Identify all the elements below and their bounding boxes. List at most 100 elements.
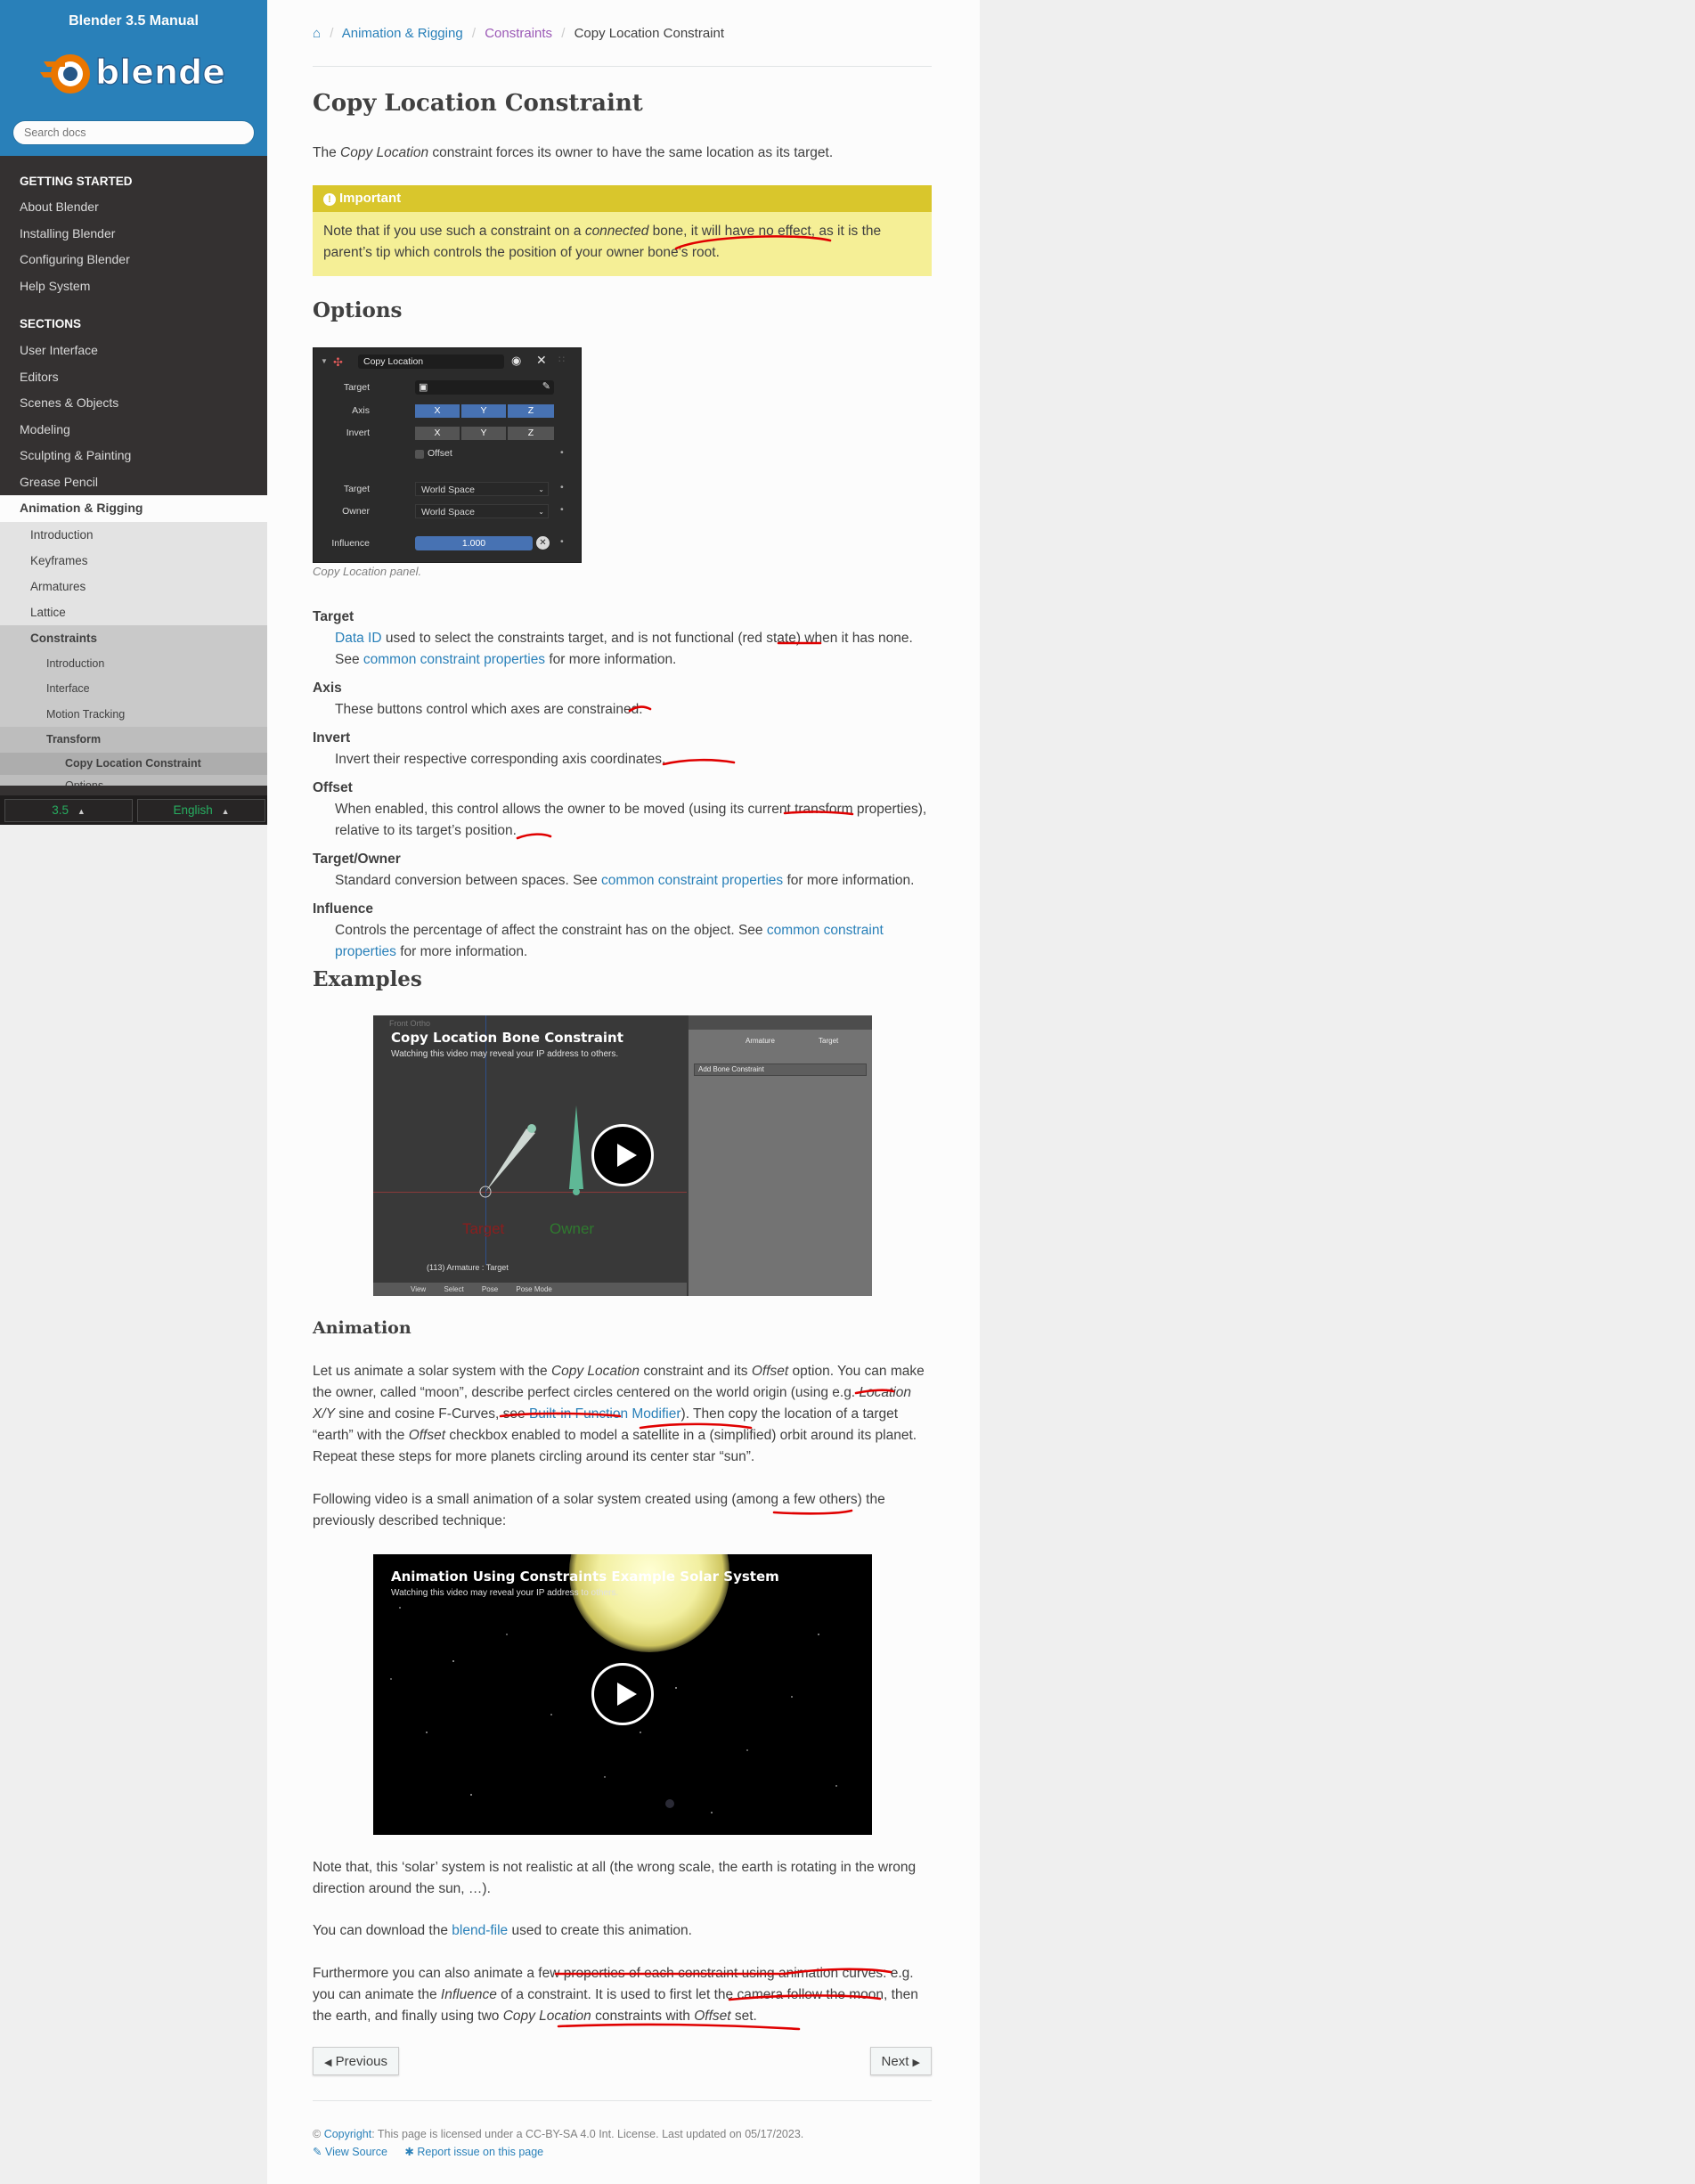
sidebar-item-motion-tracking[interactable]: Motion Tracking (0, 701, 267, 727)
blend-file-link[interactable]: blend-file (452, 1923, 508, 1938)
options-list: Target Data ID used to select the constr… (313, 599, 932, 963)
breadcrumb-constraints[interactable]: Constraints (485, 26, 552, 41)
option-desc-offset: When enabled, this control allows the ow… (335, 802, 927, 838)
breadcrumb-separator: / (561, 26, 566, 41)
sidebar-item-modeling[interactable]: Modeling (0, 417, 267, 444)
search-docs-input[interactable] (12, 120, 255, 145)
constraint-name-field: Copy Location (358, 354, 504, 369)
collapse-arrow-icon: ▼ (321, 357, 328, 365)
sidebar: Blender 3.5 Manual blender GETTING START… (0, 0, 267, 825)
animation-heading: Animation (313, 1318, 412, 1338)
data-id-link[interactable]: Data ID (335, 631, 382, 646)
next-button[interactable]: Next ▶ (869, 2047, 932, 2075)
sidebar-item-keyframes[interactable]: Keyframes (0, 547, 267, 574)
view-source-link[interactable]: ✎ View Source (313, 2146, 387, 2158)
sidebar-item-transform[interactable]: Transform (0, 727, 267, 753)
option-desc-text: for more information. (545, 652, 677, 667)
option-desc-influence: Controls the percentage of affect the co… (335, 920, 932, 963)
emphasis: Copy Location (502, 2009, 591, 2024)
offset-checkbox (415, 450, 424, 459)
footer-divider (313, 2100, 932, 2101)
viewport-label: Front Ortho (389, 1019, 431, 1028)
sidebar-item-user-interface[interactable]: User Interface (0, 338, 267, 364)
chevron-down-icon: ⌄ (538, 485, 544, 493)
breadcrumb-current: Copy Location Constraint (574, 26, 725, 41)
sidebar-item-scenes-objects[interactable]: Scenes & Objects (0, 390, 267, 417)
emphasis: Offset (408, 1428, 446, 1443)
report-issue-link[interactable]: ✱ Report issue on this page (404, 2146, 543, 2158)
select-menu: Select (444, 1285, 464, 1293)
sidebar-item-lattice[interactable]: Lattice (0, 599, 267, 625)
animation-paragraph-3: Note that, this ‘solar’ system is not re… (313, 1860, 917, 1896)
owner-label-3d: Owner (550, 1220, 595, 1237)
copy-location-panel-image: ▼ ✣ Copy Location ◉ ✕ ∷ Target ▣ ✎ Axis … (313, 347, 582, 563)
edit-icon: ✎ (313, 2146, 322, 2158)
target-field: ▣ ✎ (415, 380, 554, 395)
breadcrumb-animation-rigging[interactable]: Animation & Rigging (342, 26, 463, 41)
sidebar-item-copy-location[interactable]: Copy Location Constraint (0, 752, 267, 775)
copyright-link[interactable]: Copyright (324, 2128, 372, 2140)
intro-text-end: constraint forces its owner to have the … (428, 145, 834, 160)
home-icon[interactable]: ⌂ (313, 26, 321, 41)
caption-sections: SECTIONS (20, 317, 82, 330)
common-constraint-properties-link[interactable]: common constraint properties (601, 873, 783, 888)
video-embed-solar-system[interactable]: Animation Using Constraints Example Sola… (373, 1554, 872, 1835)
sidebar-item-options-clipped[interactable]: Options (0, 774, 267, 786)
video-privacy-note: Watching this video may reveal your IP a… (391, 1049, 619, 1059)
main-content: ⌂ / Animation & Rigging / Constraints / … (267, 0, 980, 2184)
play-button[interactable] (591, 1663, 654, 1725)
properties-toolbar (689, 1015, 872, 1030)
invert-y-toggle: Y (461, 427, 506, 440)
manual-title-link[interactable]: Blender 3.5 Manual (0, 0, 267, 29)
animation-paragraph-2: Following video is a small animation of … (313, 1492, 885, 1528)
play-button[interactable] (591, 1124, 654, 1186)
video-embed-bone-constraint[interactable]: Front Ortho Target Owner (113) Armature … (373, 1015, 872, 1296)
previous-button[interactable]: ◀ Previous (313, 2047, 399, 2075)
axis-z-toggle: Z (508, 404, 554, 418)
built-in-function-modifier-link[interactable]: Built-in Function Modifier (529, 1406, 681, 1422)
sidebar-item-sculpting[interactable]: Sculpting & Painting (0, 443, 267, 469)
target-label: Target (343, 382, 370, 393)
option-desc-text: Standard conversion between spaces. See (335, 873, 601, 888)
option-term-invert: Invert (313, 730, 351, 746)
admonition-text-start: Note that if you use such a constraint o… (323, 224, 585, 239)
sidebar-item-constraints[interactable]: Constraints (0, 624, 267, 651)
intro-emphasis: Copy Location (340, 145, 429, 160)
option-desc-text: Controls the percentage of affect the co… (335, 923, 767, 938)
sidebar-item-configuring[interactable]: Configuring Blender (0, 247, 267, 273)
sidebar-item-armatures[interactable]: Armatures (0, 573, 267, 599)
report-issue-label: Report issue on this page (417, 2146, 544, 2158)
admonition-title: ! Important (313, 185, 932, 212)
video-privacy-note: Watching this video may reveal your IP a… (391, 1588, 619, 1598)
animation-paragraph-1: Let us animate a solar system with the C… (313, 1361, 932, 1468)
blender-logo[interactable]: blender (40, 43, 227, 105)
language-dropdown[interactable]: English ▲ (137, 799, 265, 822)
influence-slider: 1.000 (415, 536, 533, 550)
sidebar-item-help-system[interactable]: Help System (0, 273, 267, 300)
close-icon: ✕ (536, 353, 547, 367)
sidebar-item-constraints-introduction[interactable]: Introduction (0, 650, 267, 676)
axis-label: Axis (352, 405, 370, 416)
sidebar-item-constraints-interface[interactable]: Interface (0, 676, 267, 702)
sidebar-item-introduction[interactable]: Introduction (0, 521, 267, 548)
option-desc-target: Data ID used to select the constraints t… (335, 628, 932, 671)
important-admonition: ! Important Note that if you use such a c… (313, 185, 932, 276)
viewport-header-bar: View Select Pose Pose Mode (373, 1283, 687, 1296)
previous-label: Previous (335, 2054, 387, 2069)
option-term-offset: Offset (313, 780, 353, 795)
emphasis: Offset (751, 1364, 789, 1379)
sidebar-item-animation-rigging[interactable]: Animation & Rigging (0, 495, 267, 522)
sidebar-item-editors[interactable]: Editors (0, 364, 267, 391)
sidebar-item-installing[interactable]: Installing Blender (0, 221, 267, 248)
breadcrumb-separator: / (330, 26, 334, 41)
sidebar-item-about[interactable]: About Blender (0, 194, 267, 221)
sidebar-item-grease-pencil[interactable]: Grease Pencil (0, 469, 267, 496)
add-bone-constraint-dropdown: Add Bone Constraint (694, 1063, 867, 1076)
target-space-value: World Space (421, 485, 475, 495)
common-constraint-properties-link[interactable]: common constraint properties (363, 652, 545, 667)
option-term-target: Target (313, 609, 354, 624)
version-dropdown[interactable]: 3.5 ▲ (4, 799, 133, 822)
invert-label: Invert (346, 428, 370, 438)
mode-dropdown: Pose Mode (516, 1285, 552, 1293)
option-desc-invert: Invert their respective corresponding ax… (335, 752, 666, 767)
